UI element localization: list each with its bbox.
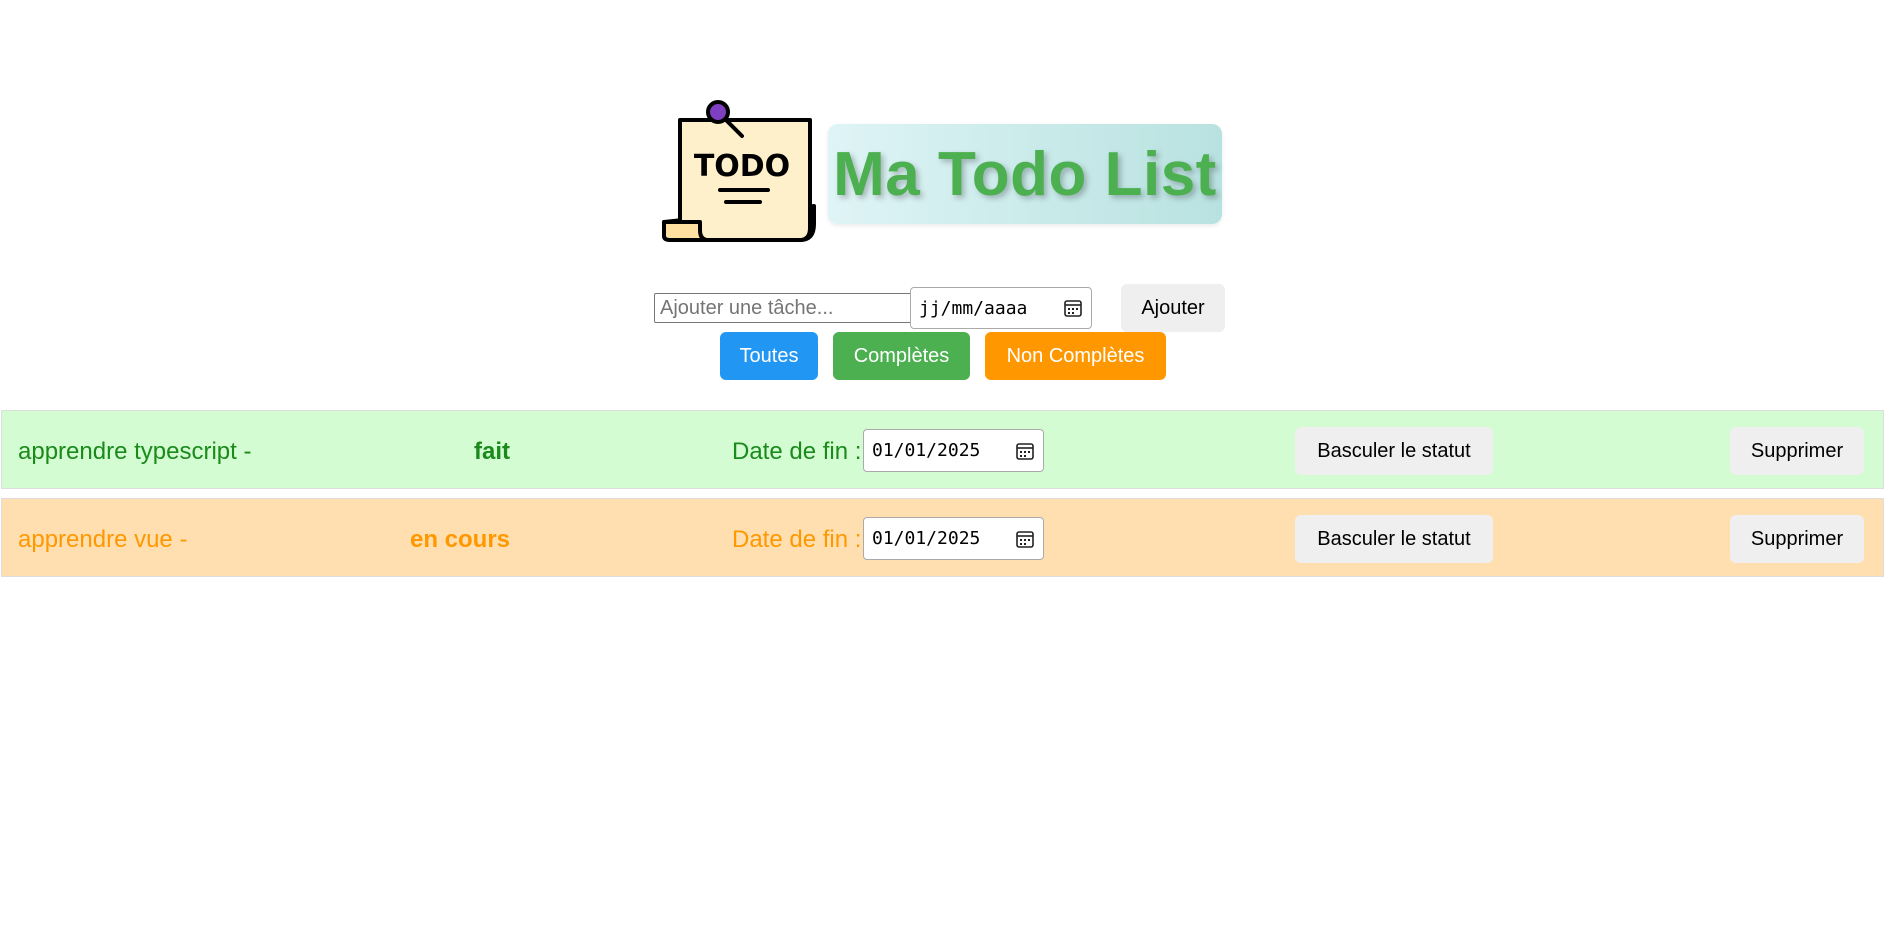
calendar-icon[interactable] <box>1015 441 1035 461</box>
filter-completed-button[interactable]: Complètes <box>833 332 970 380</box>
task-row: apprendre typescript - fait Date de fin … <box>1 410 1884 489</box>
filter-bar: Toutes Complètes Non Complètes <box>720 332 1170 380</box>
task-name: apprendre typescript - <box>18 438 252 465</box>
filter-all-button[interactable]: Toutes <box>720 332 818 380</box>
add-button[interactable]: Ajouter <box>1121 284 1225 332</box>
date-placeholder: jj/mm/aaaa <box>919 297 1028 319</box>
toggle-status-button[interactable]: Basculer le statut <box>1295 515 1493 563</box>
delete-button[interactable]: Supprimer <box>1730 427 1864 475</box>
calendar-icon[interactable] <box>1015 529 1035 549</box>
due-date-value: 01/01/2025 <box>872 528 981 549</box>
calendar-icon[interactable] <box>1063 298 1083 318</box>
todo-logo-icon: TODO <box>662 100 816 242</box>
due-date-input[interactable]: 01/01/2025 <box>863 517 1044 560</box>
task-status: fait <box>474 438 510 465</box>
add-task-form: jj/mm/aaaa Ajouter <box>654 284 1226 332</box>
due-date-value: 01/01/2025 <box>872 440 981 461</box>
task-status: en cours <box>410 526 511 553</box>
title-box: Ma Todo List <box>828 124 1222 224</box>
due-date-label: Date de fin : <box>732 526 862 553</box>
task-row: apprendre vue - en cours Date de fin : 0… <box>1 498 1884 577</box>
task-name: apprendre vue - <box>18 526 188 553</box>
logo-text: TODO <box>694 149 790 184</box>
delete-button[interactable]: Supprimer <box>1730 515 1864 563</box>
new-task-date-input[interactable]: jj/mm/aaaa <box>910 287 1092 329</box>
filter-not-completed-button[interactable]: Non Complètes <box>985 332 1166 380</box>
header: TODO Ma Todo List <box>660 100 1230 242</box>
toggle-status-button[interactable]: Basculer le statut <box>1295 427 1493 475</box>
due-date-label: Date de fin : <box>732 438 862 465</box>
due-date-input[interactable]: 01/01/2025 <box>863 429 1044 472</box>
page-title: Ma Todo List <box>833 139 1217 209</box>
task-input[interactable] <box>654 293 912 323</box>
